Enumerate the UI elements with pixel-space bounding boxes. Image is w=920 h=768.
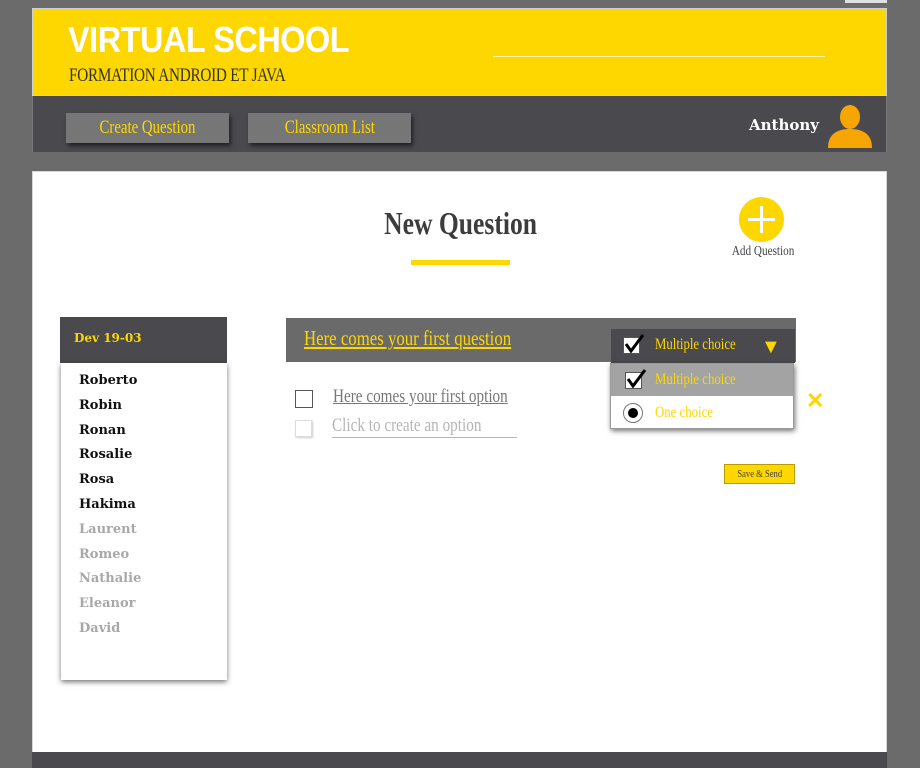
user-icon[interactable] xyxy=(825,104,875,148)
caret-down-icon: ▼ xyxy=(761,336,781,358)
radio-selected-icon xyxy=(623,403,643,423)
checkmark-icon xyxy=(623,334,645,354)
dropdown-option-one-choice[interactable]: One choice xyxy=(611,397,793,429)
dropdown-option-multiple-choice[interactable]: Multiple choice xyxy=(611,364,793,396)
plus-circle-icon[interactable] xyxy=(739,197,784,242)
classroom-name: Dev 19-03 xyxy=(60,317,227,363)
student-item[interactable]: Hakima xyxy=(61,493,227,518)
checkmark-icon xyxy=(625,369,647,389)
student-item[interactable]: Eleanor xyxy=(61,592,227,617)
footer xyxy=(32,752,887,768)
brand-subtitle: FORMATION ANDROID ET JAVA xyxy=(69,65,286,86)
create-question-label: Create Question xyxy=(99,117,196,138)
navbar: Create Question Classroom List Anthony xyxy=(32,96,887,152)
classroom-list-button[interactable]: Classroom List xyxy=(248,113,411,143)
question-type-label: Multiple choice xyxy=(655,336,736,353)
option-checkbox[interactable] xyxy=(295,390,313,408)
add-option-underline xyxy=(332,437,517,438)
student-item[interactable]: Romeo xyxy=(61,543,227,568)
title-underline xyxy=(411,260,510,265)
student-item[interactable]: Robin xyxy=(61,394,227,419)
add-option-placeholder[interactable]: Click to create an option xyxy=(332,415,481,437)
question-type-select[interactable]: Multiple choice ▼ xyxy=(611,329,795,363)
student-list: Roberto Robin Ronan Rosalie Rosa Hakima Lauren… xyxy=(61,363,227,680)
window-edge xyxy=(845,0,887,3)
close-icon[interactable]: ✕ xyxy=(806,388,824,414)
student-item[interactable]: Rosalie xyxy=(61,443,227,468)
app-header: VIRTUAL SCHOOL FORMATION ANDROID ET JAVA xyxy=(32,8,887,96)
student-item[interactable]: David xyxy=(61,617,227,642)
username[interactable]: Anthony xyxy=(749,116,819,134)
question-bar: Here comes your first question Multiple … xyxy=(286,318,796,363)
student-item[interactable]: Nathalie xyxy=(61,567,227,592)
new-option-checkbox xyxy=(295,420,312,437)
student-item[interactable]: Ronan xyxy=(61,419,227,444)
classroom-list-label: Classroom List xyxy=(284,117,375,138)
main-panel: New Question Add Question Dev 19-03 Robe… xyxy=(32,171,887,753)
header-divider xyxy=(493,56,825,57)
add-question-link[interactable]: Add Question xyxy=(723,244,803,260)
brand-title: VIRTUAL SCHOOL xyxy=(68,19,350,60)
create-question-button[interactable]: Create Question xyxy=(66,113,229,143)
student-item[interactable]: Roberto xyxy=(61,369,227,394)
dropdown-option-label: One choice xyxy=(655,404,713,421)
question-type-dropdown: Multiple choice One choice xyxy=(610,363,794,429)
option-text[interactable]: Here comes your first option xyxy=(333,386,508,408)
student-item[interactable]: Rosa xyxy=(61,468,227,493)
student-item[interactable]: Laurent xyxy=(61,518,227,543)
question-text[interactable]: Here comes your first question xyxy=(304,326,511,351)
dropdown-option-label: Multiple choice xyxy=(655,371,736,388)
save-send-button[interactable]: Save & Send xyxy=(724,464,795,484)
